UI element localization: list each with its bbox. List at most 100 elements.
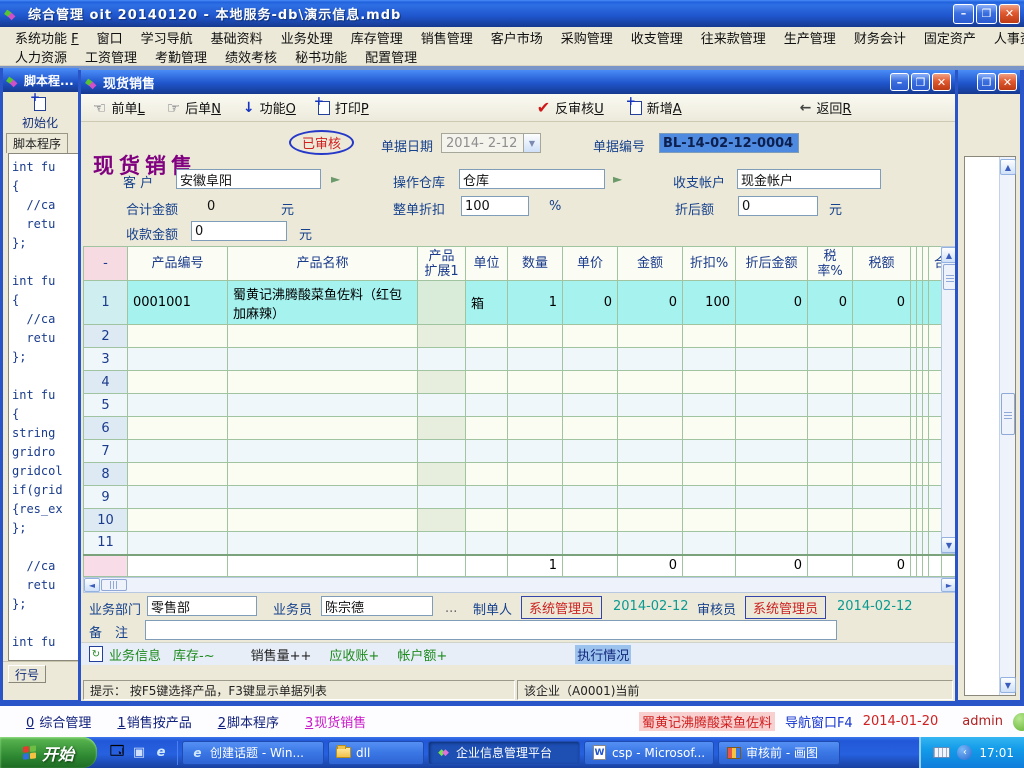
cell-num[interactable]: 2 (84, 325, 128, 348)
menu-item-财务会计[interactable]: 财务会计 (845, 27, 915, 48)
remark-input[interactable] (145, 620, 837, 640)
window-tab-脚本程序[interactable]: 2脚本程序 (218, 712, 279, 731)
script-close-button[interactable]: ✕ (998, 73, 1017, 91)
cell-name[interactable] (228, 486, 418, 509)
cell-discount[interactable] (683, 394, 736, 417)
cell-tax_rate[interactable] (808, 486, 853, 509)
cell-amount[interactable]: 0 (618, 281, 683, 325)
cell-tax[interactable] (853, 463, 911, 486)
cell-num[interactable]: 8 (84, 463, 128, 486)
cell-total[interactable] (929, 440, 942, 463)
cell-code[interactable] (128, 325, 228, 348)
cell-qty[interactable] (508, 325, 563, 348)
tab-script-program[interactable]: 脚本程序 (6, 133, 68, 153)
sales-maximize-button[interactable]: ❐ (911, 73, 930, 91)
menu-item-配置管理[interactable]: 配置管理 (356, 46, 426, 67)
cell-amount[interactable] (618, 440, 683, 463)
refresh-doc-icon[interactable]: ↻ (89, 646, 103, 662)
customer-input[interactable] (176, 169, 321, 189)
task-button-审核前 - 画图[interactable]: 审核前 - 画图 (718, 741, 840, 765)
cell-ext[interactable] (418, 463, 466, 486)
menu-item-窗口[interactable]: 窗口 (88, 27, 132, 48)
cell-tax_rate[interactable] (808, 417, 853, 440)
cell-tax_rate[interactable] (808, 348, 853, 371)
cell-disc_amount[interactable] (736, 532, 808, 555)
cell-ext[interactable] (418, 486, 466, 509)
cell-total[interactable] (929, 325, 942, 348)
menu-item-库存管理[interactable]: 库存管理 (342, 27, 412, 48)
cell-total[interactable] (929, 394, 942, 417)
cell-code[interactable] (128, 509, 228, 532)
cell-tax_rate[interactable]: 0 (808, 281, 853, 325)
cell-qty[interactable] (508, 486, 563, 509)
cell-code[interactable] (128, 417, 228, 440)
cell-disc_amount[interactable] (736, 325, 808, 348)
cell-ext[interactable] (418, 394, 466, 417)
cell-ext[interactable] (418, 532, 466, 555)
cell-qty[interactable] (508, 417, 563, 440)
cell-discount[interactable] (683, 371, 736, 394)
cell-ext[interactable] (418, 440, 466, 463)
cell-qty[interactable] (508, 371, 563, 394)
cell-tax_rate[interactable] (808, 463, 853, 486)
cell-num[interactable]: 3 (84, 348, 128, 371)
cell-name[interactable]: 蜀黄记沸腾酸菜鱼佐料（红包加麻辣） (228, 281, 418, 325)
cell-disc_amount[interactable]: 0 (736, 281, 808, 325)
cell-tax[interactable] (853, 509, 911, 532)
cell-tax_rate[interactable] (808, 325, 853, 348)
cell-qty[interactable] (508, 509, 563, 532)
toolbar-new-doc-button[interactable]: 新增A (630, 98, 682, 117)
cell-code[interactable] (128, 463, 228, 486)
cell-tax[interactable] (853, 486, 911, 509)
cell-code[interactable]: 0001001 (128, 281, 228, 325)
cell-discount[interactable] (683, 348, 736, 371)
received-input[interactable] (191, 221, 287, 241)
cell-disc_amount[interactable] (736, 394, 808, 417)
cell-unit[interactable] (466, 371, 508, 394)
cell-tax[interactable] (853, 371, 911, 394)
cell-ext[interactable] (418, 509, 466, 532)
sales-minimize-button[interactable]: – (890, 73, 909, 91)
cell-price[interactable]: 0 (563, 281, 618, 325)
cell-tax_rate[interactable] (808, 371, 853, 394)
toolbar-print-button[interactable]: 打印P (318, 98, 369, 117)
cell-name[interactable] (228, 371, 418, 394)
cell-amount[interactable] (618, 417, 683, 440)
start-button[interactable]: 开始 (0, 737, 97, 768)
script-vertical-scrollbar[interactable]: ▲ ▼ (999, 157, 1015, 695)
cell-amount[interactable] (618, 463, 683, 486)
dept-input[interactable] (147, 596, 257, 616)
cell-tax[interactable] (853, 394, 911, 417)
sales-close-button[interactable]: ✕ (932, 73, 951, 91)
toolbar-return-button[interactable]: 返回R (800, 98, 852, 117)
cell-unit[interactable] (466, 348, 508, 371)
toolbar-unapprove-check-button[interactable]: 反审核U (537, 98, 604, 117)
quicklaunch-app-icon[interactable]: 🗔 (109, 745, 125, 761)
cell-amount[interactable] (618, 532, 683, 555)
script-restore-button[interactable]: ❐ (977, 73, 996, 91)
nav-window-link[interactable]: 导航窗口F4 (785, 712, 853, 731)
cell-name[interactable] (228, 532, 418, 555)
scroll-right-icon[interactable]: ► (941, 578, 955, 592)
after-discount-input[interactable] (738, 196, 818, 216)
docno-input[interactable] (659, 133, 799, 153)
cell-code[interactable] (128, 371, 228, 394)
cell-num[interactable]: 9 (84, 486, 128, 509)
cell-price[interactable] (563, 486, 618, 509)
cell-num[interactable]: 7 (84, 440, 128, 463)
cell-disc_amount[interactable] (736, 486, 808, 509)
cell-disc_amount[interactable] (736, 348, 808, 371)
cell-total[interactable] (929, 417, 942, 440)
cell-tax_rate[interactable] (808, 509, 853, 532)
cell-code[interactable] (128, 440, 228, 463)
task-button-创建话题 - Win...[interactable]: e创建话题 - Win... (182, 741, 324, 765)
window-tab-综合管理[interactable]: 0 综合管理 (26, 712, 91, 731)
cell-qty[interactable] (508, 440, 563, 463)
cell-total[interactable] (929, 486, 942, 509)
menu-item-客户市场[interactable]: 客户市场 (482, 27, 552, 48)
cell-unit[interactable] (466, 509, 508, 532)
cell-price[interactable] (563, 509, 618, 532)
salesman-more-button[interactable]: ... (445, 601, 457, 616)
date-combo[interactable]: 2014- 2-12 ▼ (441, 133, 541, 153)
cell-qty[interactable] (508, 348, 563, 371)
